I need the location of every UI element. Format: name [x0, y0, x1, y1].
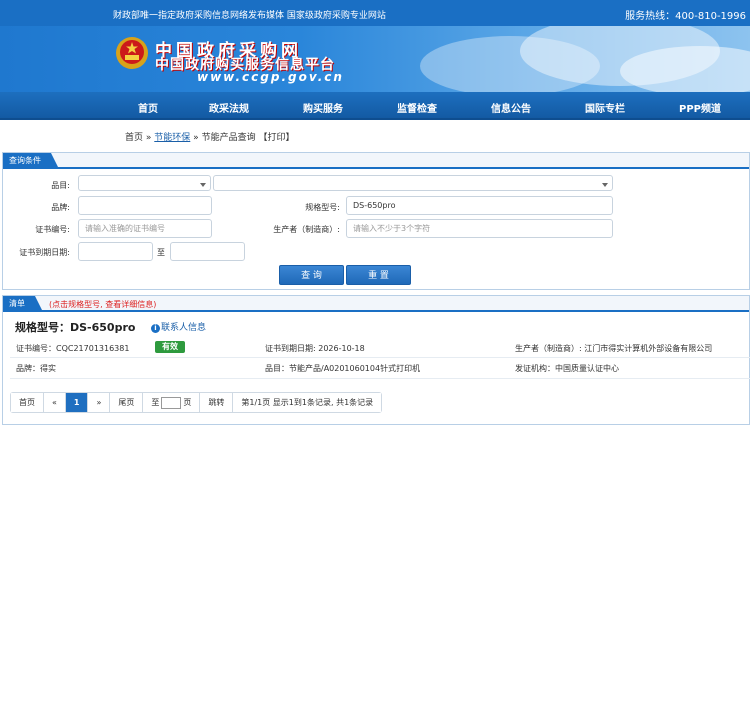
category-select-secondary[interactable]	[213, 175, 613, 191]
record-manufacturer: 生产者（制造商）: 江门市得实计算机外部设备有限公司	[515, 344, 713, 353]
cert-no-label: 证书编号:	[35, 225, 70, 234]
list-hint: (点击规格型号, 查看详细信息)	[49, 300, 157, 309]
page-number-input[interactable]	[161, 396, 182, 409]
info-icon: i	[151, 324, 160, 333]
nav-item-home[interactable]: 首页	[138, 100, 158, 115]
category-select-primary[interactable]	[78, 175, 211, 191]
breadcrumb-separator: »	[193, 133, 199, 143]
breadcrumb-home[interactable]: 首页	[125, 133, 143, 143]
query-panel-header: 查询条件	[3, 153, 749, 169]
category-label: 品目:	[51, 181, 70, 190]
pager-info: 第1/1页 显示1到1条记录, 共1条记录	[233, 393, 382, 412]
status-badge: 有效	[155, 341, 185, 353]
service-hotline: 服务热线：400-810-1996	[625, 11, 746, 22]
national-emblem-icon	[116, 37, 148, 69]
record-divider	[10, 378, 750, 379]
record-model-title[interactable]: 规格型号：DS-650pro	[15, 319, 135, 335]
expiry-to-label: 至	[157, 248, 165, 257]
chevron-down-icon	[602, 183, 608, 187]
reset-button[interactable]: 重 置	[346, 265, 411, 285]
expiry-label: 证书到期日期:	[19, 248, 70, 257]
contact-info-link[interactable]: i 联系人信息	[151, 320, 206, 333]
pager-goto: 至页	[143, 393, 201, 412]
record-brand: 品牌：得实	[16, 364, 56, 373]
cert-no-input[interactable]: 请输入准确的证书编号	[78, 219, 212, 238]
pager-prev[interactable]: «	[44, 393, 66, 412]
main-nav: 首页 政采法规 购买服务 监督检查 信息公告 国际专栏 PPP频道	[0, 92, 750, 120]
search-button[interactable]: 查 询	[279, 265, 344, 285]
pager-page-1[interactable]: 1	[65, 393, 89, 412]
model-input[interactable]: DS-650pro	[346, 196, 613, 215]
manufacturer-input[interactable]: 请输入不少于3个字符	[346, 219, 613, 238]
breadcrumb-current: 节能产品查询	[201, 133, 256, 143]
pager-page-unit: 页	[183, 398, 192, 407]
site-slogan: 财政部唯一指定政府采购信息网络发布媒体 国家级政府采购专业网站	[113, 11, 386, 21]
breadcrumb-category[interactable]: 节能环保	[154, 133, 190, 143]
site-url: www.ccgp.gov.cn	[197, 70, 344, 84]
nav-item-services[interactable]: 购买服务	[303, 100, 343, 115]
expiry-end-input[interactable]	[170, 242, 245, 261]
manufacturer-label: 生产者（制造商）:	[273, 225, 340, 234]
chevron-down-icon	[200, 183, 206, 187]
nav-item-regulations[interactable]: 政采法规	[209, 100, 249, 115]
breadcrumb: 首页 » 节能环保 » 节能产品查询 【打印】	[125, 130, 294, 143]
query-tab: 查询条件	[3, 153, 59, 169]
pager-first[interactable]: 首页	[11, 393, 44, 412]
pager-to-label: 至	[151, 398, 160, 407]
nav-item-international[interactable]: 国际专栏	[585, 100, 625, 115]
expiry-start-input[interactable]	[78, 242, 153, 261]
model-label: 规格型号:	[305, 203, 340, 212]
brand-input[interactable]	[78, 196, 212, 215]
record-category: 品目：节能产品/A0201060104针式打印机	[265, 364, 421, 373]
list-tab: 清单	[3, 296, 43, 312]
nav-item-announcements[interactable]: 信息公告	[491, 100, 531, 115]
pager-next[interactable]: »	[88, 393, 111, 412]
pager-jump-button[interactable]: 跳转	[200, 393, 234, 412]
nav-item-supervision[interactable]: 监督检查	[397, 100, 437, 115]
record-issuer: 发证机构：中国质量认证中心	[515, 364, 619, 373]
brand-label: 品牌:	[51, 203, 70, 212]
pager-last[interactable]: 尾页	[110, 393, 144, 412]
record-expiry: 证书到期日期: 2026-10-18	[265, 344, 365, 353]
nav-item-ppp[interactable]: PPP频道	[679, 100, 721, 115]
record-cert-no: 证书编号：CQC21701316381	[16, 344, 130, 353]
print-link[interactable]: 【打印】	[258, 133, 294, 143]
site-banner: 中国政府采购网 中国政府购买服务信息平台 www.ccgp.gov.cn	[0, 26, 750, 92]
breadcrumb-separator: »	[145, 133, 152, 143]
contact-info-label: 联系人信息	[161, 323, 207, 333]
top-info-bar: 财政部唯一指定政府采购信息网络发布媒体 国家级政府采购专业网站 服务热线：400…	[0, 0, 750, 26]
record-divider	[10, 357, 750, 358]
list-panel-header: 清单 (点击规格型号, 查看详细信息)	[3, 296, 749, 312]
pagination: 首页 « 1 » 尾页 至页 跳转 第1/1页 显示1到1条记录, 共1条记录	[10, 392, 383, 413]
